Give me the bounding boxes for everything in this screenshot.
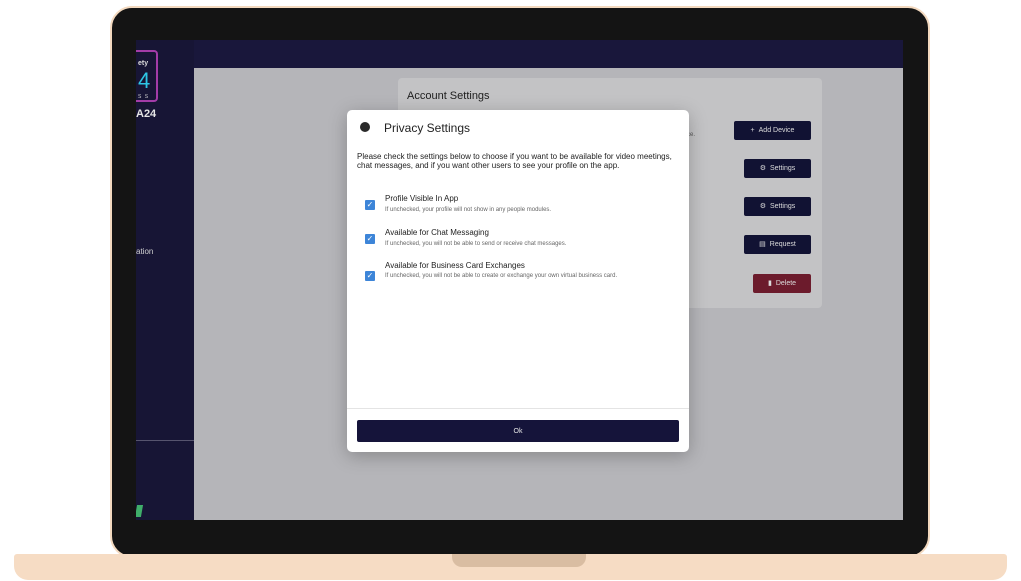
ok-button[interactable]: Ok [357, 420, 679, 442]
trash-icon: ▮ [767, 280, 772, 287]
settings-button-2[interactable]: ⚙ Settings [744, 197, 811, 216]
settings-button[interactable]: ⚙ Settings [744, 159, 811, 178]
logo-number: 4 [138, 68, 151, 93]
settings-icon: ⚙ [759, 203, 766, 210]
logo-subtext: S S [138, 94, 150, 100]
privacy-icon [360, 122, 370, 132]
app-screen: ety 4 S S A24 ation Account Settings ce.… [136, 40, 903, 520]
sidebar-item-navigation[interactable]: ation [136, 247, 153, 256]
laptop-notch [452, 554, 586, 567]
delete-button[interactable]: ▮ Delete [753, 274, 811, 293]
plus-icon: + [750, 127, 755, 134]
document-icon: ▤ [759, 241, 766, 248]
business-card-label: Available for Business Card Exchanges [385, 261, 525, 270]
profile-visible-help: If unchecked, your profile will not show… [385, 207, 552, 213]
account-settings-title: Account Settings [407, 90, 490, 102]
add-device-button[interactable]: + Add Device [734, 121, 811, 140]
sidebar-bottom-icon[interactable] [136, 505, 144, 517]
dialog-intro: Please check the settings below to choos… [357, 152, 672, 170]
logo-text-top: ety [138, 60, 149, 67]
delete-label: Delete [775, 280, 797, 287]
business-card-checkbox[interactable]: ✓ [365, 271, 375, 281]
settings-icon: ⚙ [759, 165, 766, 172]
settings-label-2: Settings [769, 203, 796, 210]
add-device-label: Add Device [758, 127, 795, 134]
dialog-title: Privacy Settings [384, 121, 471, 135]
dialog-divider [347, 408, 689, 409]
sidebar: ety 4 S S A24 ation [136, 40, 194, 520]
chat-messaging-checkbox[interactable]: ✓ [365, 234, 375, 244]
profile-visible-label: Profile Visible In App [385, 194, 459, 203]
settings-label: Settings [769, 165, 796, 172]
chat-messaging-label: Available for Chat Messaging [385, 228, 489, 237]
request-button[interactable]: ▤ Request [744, 235, 811, 254]
chat-messaging-help: If unchecked, you will not be able to se… [385, 241, 567, 247]
request-label: Request [769, 241, 796, 248]
business-card-help: If unchecked, you will not be able to cr… [385, 273, 618, 279]
sidebar-title: A24 [136, 108, 157, 120]
privacy-settings-dialog: Privacy Settings Please check the settin… [347, 110, 689, 452]
top-bar [194, 40, 903, 68]
profile-visible-checkbox[interactable]: ✓ [365, 200, 375, 210]
sidebar-divider [136, 440, 194, 441]
